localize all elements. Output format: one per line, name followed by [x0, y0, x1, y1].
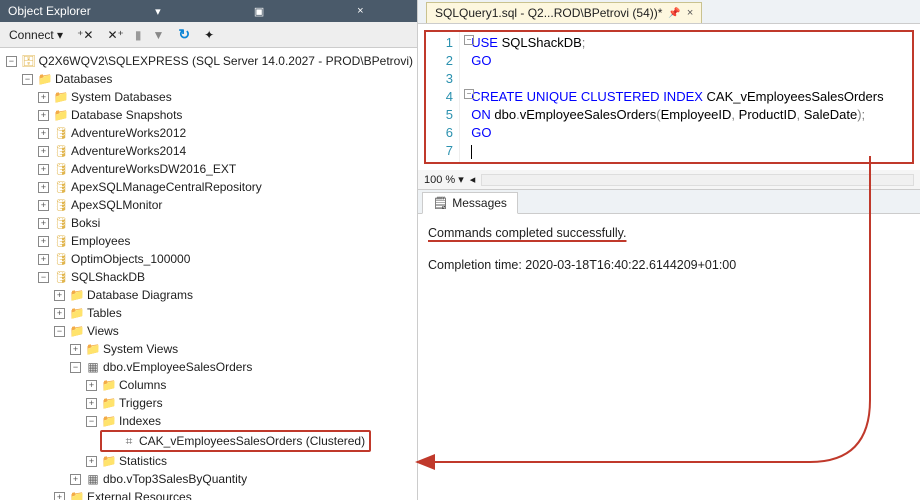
columns-node[interactable]: +📁Columns [84, 376, 415, 394]
indexes-node[interactable]: −📁Indexes [84, 412, 415, 430]
messages-icon: 🗒 [433, 196, 448, 210]
connect-button[interactable]: Connect ▾ [6, 27, 66, 43]
code-area[interactable]: USE SQLShackDB; GO CREATE UNIQUE CLUSTER… [460, 32, 888, 162]
system-databases-node[interactable]: +📁System Databases [36, 88, 415, 106]
activity-icon[interactable]: ✦ [201, 27, 217, 43]
view-vtop3salesbyquantity-node[interactable]: +▦dbo.vTop3SalesByQuantity [68, 470, 415, 488]
index-cak-vemployeessalesorders-node[interactable]: ·⌗CAK_vEmployeesSalesOrders (Clustered) [100, 430, 371, 452]
db-node[interactable]: +🛢AdventureWorks2014 [36, 142, 415, 160]
disconnect-icon[interactable]: ⁺✕ [74, 27, 96, 43]
pin-icon[interactable]: ▣ [211, 5, 308, 18]
scroll-left-icon[interactable]: ◂ [470, 173, 476, 186]
results-tabs: 🗒 Messages [418, 190, 920, 214]
filter-icon[interactable]: ▼ [149, 27, 167, 43]
fold-icon[interactable]: − [464, 35, 474, 45]
object-tree[interactable]: −🗄 Q2X6WQV2\SQLEXPRESS (SQL Server 14.0.… [0, 48, 417, 500]
close-tab-icon[interactable]: × [687, 7, 693, 19]
fold-icon[interactable]: − [464, 89, 474, 99]
db-node[interactable]: +🛢ApexSQLManageCentralRepository [36, 178, 415, 196]
zoom-bar: 100 % ▾ ◂ [418, 170, 920, 190]
tab-messages[interactable]: 🗒 Messages [422, 192, 518, 214]
db-node[interactable]: +🛢AdventureWorks2012 [36, 124, 415, 142]
tables-node[interactable]: +📁Tables [52, 304, 415, 322]
object-explorer-panel: Object Explorer ▾ ▣ × Connect ▾ ⁺✕ ✕⁺ ▮ … [0, 0, 418, 500]
system-views-node[interactable]: +📁System Views [68, 340, 415, 358]
editor-panel: SQLQuery1.sql - Q2...ROD\BPetrovi (54))*… [418, 0, 920, 500]
db-node[interactable]: +🛢ApexSQLMonitor [36, 196, 415, 214]
completion-time: Completion time: 2020-03-18T16:40:22.614… [428, 254, 910, 276]
external-resources-node[interactable]: +📁External Resources [52, 488, 415, 500]
panel-title-text: Object Explorer [8, 4, 105, 18]
database-diagrams-node[interactable]: +📁Database Diagrams [52, 286, 415, 304]
pin-icon[interactable]: 📌 [668, 8, 680, 19]
db-node[interactable]: +🛢Boksi [36, 214, 415, 232]
dropdown-icon[interactable]: ▾ [109, 5, 206, 18]
db-node[interactable]: +🛢OptimObjects_100000 [36, 250, 415, 268]
database-snapshots-node[interactable]: +📁Database Snapshots [36, 106, 415, 124]
db-node[interactable]: +🛢Employees [36, 232, 415, 250]
close-icon[interactable]: × [312, 5, 409, 17]
zoom-level[interactable]: 100 % ▾ [424, 173, 464, 186]
databases-label: Databases [55, 70, 112, 88]
messages-tab-label: Messages [452, 196, 507, 210]
triggers-node[interactable]: +📁Triggers [84, 394, 415, 412]
success-message: Commands completed successfully. [428, 226, 626, 240]
tab-label: SQLQuery1.sql - Q2...ROD\BPetrovi (54))* [435, 6, 662, 20]
databases-node[interactable]: −📁 Databases [20, 70, 415, 88]
statistics-node[interactable]: +📁Statistics [84, 452, 415, 470]
db-node[interactable]: +🛢AdventureWorksDW2016_EXT [36, 160, 415, 178]
tab-sqlquery1[interactable]: SQLQuery1.sql - Q2...ROD\BPetrovi (54))*… [426, 2, 702, 23]
object-explorer-toolbar: Connect ▾ ⁺✕ ✕⁺ ▮ ▼ ↻ ✦ [0, 22, 417, 48]
text-cursor [471, 145, 472, 159]
server-node[interactable]: −🗄 Q2X6WQV2\SQLEXPRESS (SQL Server 14.0.… [4, 52, 415, 70]
line-gutter: 1234567 [426, 32, 460, 162]
panel-titlebar: Object Explorer ▾ ▣ × [0, 0, 417, 22]
refresh-icon[interactable]: ↻ [175, 25, 193, 44]
sqlshackdb-node[interactable]: −🛢SQLShackDB [36, 268, 415, 286]
horizontal-scrollbar[interactable] [481, 174, 914, 186]
views-node[interactable]: −📁Views [52, 322, 415, 340]
editor-tabs: SQLQuery1.sql - Q2...ROD\BPetrovi (54))*… [418, 0, 920, 24]
server-label: Q2X6WQV2\SQLEXPRESS (SQL Server 14.0.202… [39, 52, 413, 70]
code-editor[interactable]: 1234567 USE SQLShackDB; GO CREATE UNIQUE… [426, 32, 912, 162]
view-vemployeesalesorders-node[interactable]: −▦dbo.vEmployeeSalesOrders [68, 358, 415, 376]
editor-highlight-box: 1234567 USE SQLShackDB; GO CREATE UNIQUE… [424, 30, 914, 164]
messages-output[interactable]: Commands completed successfully. Complet… [418, 214, 920, 500]
disconnect-all-icon[interactable]: ✕⁺ [104, 27, 126, 43]
